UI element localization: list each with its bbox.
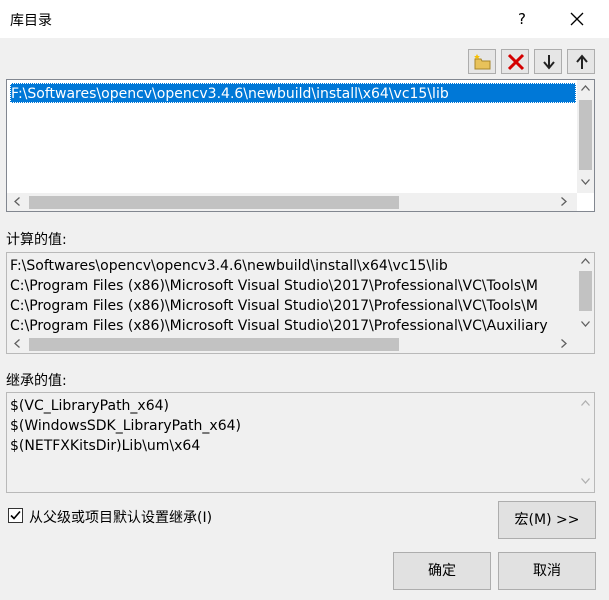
list-item[interactable]: F:\Softwares\opencv\opencv3.4.6\newbuild… (10, 83, 576, 103)
list-item-text: $(WindowsSDK_LibraryPath_x64) (10, 418, 241, 434)
edit-paths-list[interactable]: F:\Softwares\opencv\opencv3.4.6\newbuild… (6, 79, 595, 212)
vertical-scrollbar[interactable] (577, 80, 594, 193)
vertical-scroll-thumb[interactable] (579, 100, 592, 170)
inherited-values-list[interactable]: $(VC_LibraryPath_x64) $(WindowsSDK_Libra… (6, 392, 595, 493)
list-item: $(VC_LibraryPath_x64) (10, 396, 169, 416)
scroll-left-arrow[interactable] (9, 335, 26, 352)
list-item-text: C:\Program Files (x86)\Microsoft Visual … (10, 298, 538, 314)
vertical-scroll-thumb[interactable] (579, 271, 592, 311)
vertical-scrollbar[interactable] (577, 393, 594, 492)
scroll-down-arrow[interactable] (577, 316, 594, 333)
ok-button[interactable]: 确定 (393, 552, 491, 590)
ok-button-label: 确定 (428, 563, 456, 579)
list-item-text: F:\Softwares\opencv\opencv3.4.6\newbuild… (10, 258, 448, 274)
horizontal-scroll-thumb[interactable] (29, 338, 399, 351)
list-item-text: C:\Program Files (x86)\Microsoft Visual … (10, 278, 538, 294)
help-button[interactable]: ? (508, 6, 536, 32)
inherit-checkbox-label[interactable]: 从父级或项目默认设置继承(I) (29, 507, 212, 527)
scroll-up-arrow[interactable] (577, 395, 594, 412)
scroll-down-arrow[interactable] (577, 473, 594, 490)
list-item-text: $(NETFXKitsDir)Lib\um\x64 (10, 438, 201, 454)
checkmark-icon (10, 510, 21, 520)
list-item: C:\Program Files (x86)\Microsoft Visual … (10, 316, 548, 336)
arrow-up-icon (576, 54, 588, 69)
move-up-button[interactable] (567, 49, 595, 74)
evaluated-values-list[interactable]: F:\Softwares\opencv\opencv3.4.6\newbuild… (6, 252, 595, 354)
inherited-values-label: 继承的值: (6, 373, 67, 389)
move-down-button[interactable] (534, 49, 562, 74)
evaluated-values-label: 计算的值: (6, 232, 67, 248)
help-label: ? (518, 10, 526, 28)
arrow-down-icon (543, 55, 555, 70)
close-button[interactable] (560, 6, 594, 32)
cancel-button[interactable]: 取消 (498, 552, 596, 590)
new-line-button[interactable] (468, 49, 496, 74)
list-item: C:\Program Files (x86)\Microsoft Visual … (10, 276, 538, 296)
scroll-down-arrow[interactable] (577, 174, 594, 191)
delete-line-button[interactable] (501, 49, 529, 74)
window-title: 库目录 (10, 13, 52, 29)
macros-button[interactable]: 宏(M) >> (498, 501, 596, 539)
new-folder-icon (474, 54, 491, 70)
horizontal-scrollbar[interactable] (7, 193, 577, 211)
inherit-checkbox[interactable] (8, 508, 23, 523)
delete-x-icon (507, 53, 525, 71)
title-bar: 库目录 ? (0, 0, 609, 38)
list-item-text: C:\Program Files (x86)\Microsoft Visual … (10, 318, 548, 334)
vertical-scrollbar[interactable] (577, 253, 594, 335)
list-item-text: $(VC_LibraryPath_x64) (10, 398, 169, 414)
scroll-right-arrow[interactable] (555, 335, 572, 352)
macros-button-label: 宏(M) >> (514, 512, 580, 528)
scroll-up-arrow[interactable] (577, 80, 594, 97)
cancel-button-label: 取消 (533, 563, 561, 579)
close-icon (570, 12, 584, 26)
list-item: C:\Program Files (x86)\Microsoft Visual … (10, 296, 538, 316)
horizontal-scrollbar[interactable] (7, 335, 577, 353)
list-item: $(NETFXKitsDir)Lib\um\x64 (10, 436, 200, 456)
list-item: F:\Softwares\opencv\opencv3.4.6\newbuild… (10, 256, 448, 276)
scroll-right-arrow[interactable] (555, 193, 572, 210)
list-item-text: F:\Softwares\opencv\opencv3.4.6\newbuild… (11, 86, 449, 102)
list-item: $(WindowsSDK_LibraryPath_x64) (10, 416, 241, 436)
horizontal-scroll-thumb[interactable] (29, 196, 399, 209)
scroll-up-arrow[interactable] (577, 253, 594, 270)
scroll-left-arrow[interactable] (9, 193, 26, 210)
